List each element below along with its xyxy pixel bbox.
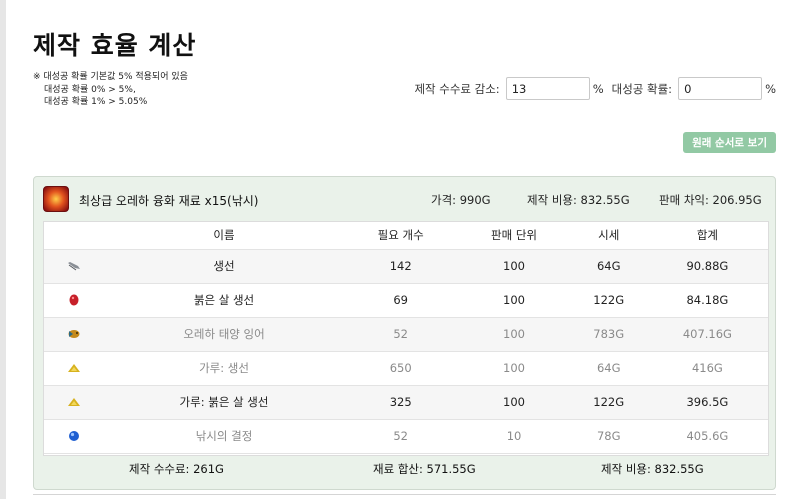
- table-row[interactable]: 가루: 붉은 살 생선 325 100 122G 396.5G: [44, 385, 768, 420]
- material-market: 64G: [570, 351, 647, 386]
- material-market: 78G: [570, 419, 647, 454]
- crit-rate-label: 대성공 확률:: [611, 81, 673, 96]
- fee-unit: %: [592, 81, 604, 96]
- fusion-material-icon: [43, 186, 69, 212]
- powder-icon: [68, 398, 80, 407]
- material-total: 407.16G: [646, 317, 768, 352]
- recipe-cost: 제작 비용: 832.55G: [527, 193, 630, 207]
- crit-rate-input[interactable]: [678, 77, 763, 100]
- materials-table: 이름 필요 개수 판매 단위 시세 합계 생선 142 100 64G 90.8…: [43, 221, 769, 456]
- fee-reduction-input[interactable]: [505, 77, 590, 100]
- material-unit: 100: [457, 351, 571, 386]
- recipe-card: 최상급 오레하 융화 재료 x15(낚시) 가격: 990G 제작 비용: 83…: [33, 176, 776, 490]
- material-name: 생선: [104, 249, 344, 284]
- material-total: 416G: [646, 351, 768, 386]
- blue-crystal-icon: [69, 431, 79, 442]
- summary-material-sum: 재료 합산: 571.55G: [373, 462, 476, 476]
- material-market: 122G: [570, 283, 647, 318]
- fee-reduction-label: 제작 수수료 감소:: [414, 81, 500, 96]
- note-line: 대성공 확률 1% > 5.05%: [44, 97, 148, 107]
- column-header-total[interactable]: 합계: [646, 222, 768, 250]
- controls-bar: 제작 수수료 감소: % 대성공 확률: %: [414, 77, 776, 100]
- recipe-title: 최상급 오레하 융화 재료 x15(낚시): [79, 194, 259, 208]
- material-qty: 52: [344, 317, 458, 352]
- material-qty: 69: [344, 283, 458, 318]
- material-total: 84.18G: [646, 283, 768, 318]
- material-unit: 100: [457, 385, 571, 420]
- table-row[interactable]: 붉은 살 생선 69 100 122G 84.18G: [44, 283, 768, 318]
- recipe-margin: 판매 차익: 206.95G: [659, 193, 762, 207]
- icon-column-header: [44, 222, 104, 250]
- page-title: 제작 효율 계산: [33, 31, 197, 60]
- material-market: 783G: [570, 317, 647, 352]
- summary-fee: 제작 수수료: 261G: [129, 462, 224, 476]
- note-line: 대성공 확률 0% > 5%,: [44, 84, 136, 95]
- column-header-name[interactable]: 이름: [104, 222, 344, 250]
- material-total: 396.5G: [646, 385, 768, 420]
- column-header-unit[interactable]: 판매 단위: [457, 222, 571, 250]
- column-header-market[interactable]: 시세: [570, 222, 647, 250]
- material-unit: 100: [457, 317, 571, 352]
- material-qty: 142: [344, 249, 458, 284]
- material-unit: 100: [457, 283, 571, 318]
- material-qty: 650: [344, 351, 458, 386]
- material-name: 오레하 태양 잉어: [104, 317, 344, 352]
- recipe-price: 가격: 990G: [431, 193, 491, 207]
- crit-unit: %: [765, 81, 776, 96]
- fish-icon: [68, 262, 80, 271]
- material-qty: 325: [344, 385, 458, 420]
- material-name: 가루: 생선: [104, 351, 344, 386]
- crit-note: ※ 대성공 확률 기본값 5% 적용되어 있음 대성공 확률 0% > 5%, …: [33, 71, 188, 109]
- recipe-header: 최상급 오레하 융화 재료 x15(낚시) 가격: 990G 제작 비용: 83…: [34, 177, 775, 221]
- next-card-edge: [33, 494, 776, 499]
- golden-fish-icon: [68, 330, 80, 339]
- left-edge: [0, 0, 6, 499]
- material-qty: 52: [344, 419, 458, 454]
- material-market: 122G: [570, 385, 647, 420]
- material-market: 64G: [570, 249, 647, 284]
- material-name: 붉은 살 생선: [104, 283, 344, 318]
- column-header-qty[interactable]: 필요 개수: [344, 222, 458, 250]
- material-total: 90.88G: [646, 249, 768, 284]
- red-fish-icon: [69, 294, 79, 306]
- summary-craft-cost: 제작 비용: 832.55G: [601, 462, 704, 476]
- material-total: 405.6G: [646, 419, 768, 454]
- table-header-row: 이름 필요 개수 판매 단위 시세 합계: [44, 222, 768, 250]
- recipe-summary: 제작 수수료: 261G 재료 합산: 571.55G 제작 비용: 832.5…: [34, 457, 775, 491]
- table-row[interactable]: 가루: 생선 650 100 64G 416G: [44, 351, 768, 386]
- note-line: ※ 대성공 확률 기본값 5% 적용되어 있음: [33, 72, 188, 82]
- material-name: 가루: 붉은 살 생선: [104, 385, 344, 420]
- material-unit: 100: [457, 249, 571, 284]
- reset-order-button[interactable]: 원래 순서로 보기: [683, 132, 776, 153]
- table-row[interactable]: 오레하 태양 잉어 52 100 783G 407.16G: [44, 317, 768, 352]
- material-unit: 10: [457, 419, 571, 454]
- material-name: 낚시의 결정: [104, 419, 344, 454]
- powder-icon: [68, 364, 80, 373]
- table-row[interactable]: 낚시의 결정 52 10 78G 405.6G: [44, 419, 768, 454]
- table-row[interactable]: 생선 142 100 64G 90.88G: [44, 249, 768, 284]
